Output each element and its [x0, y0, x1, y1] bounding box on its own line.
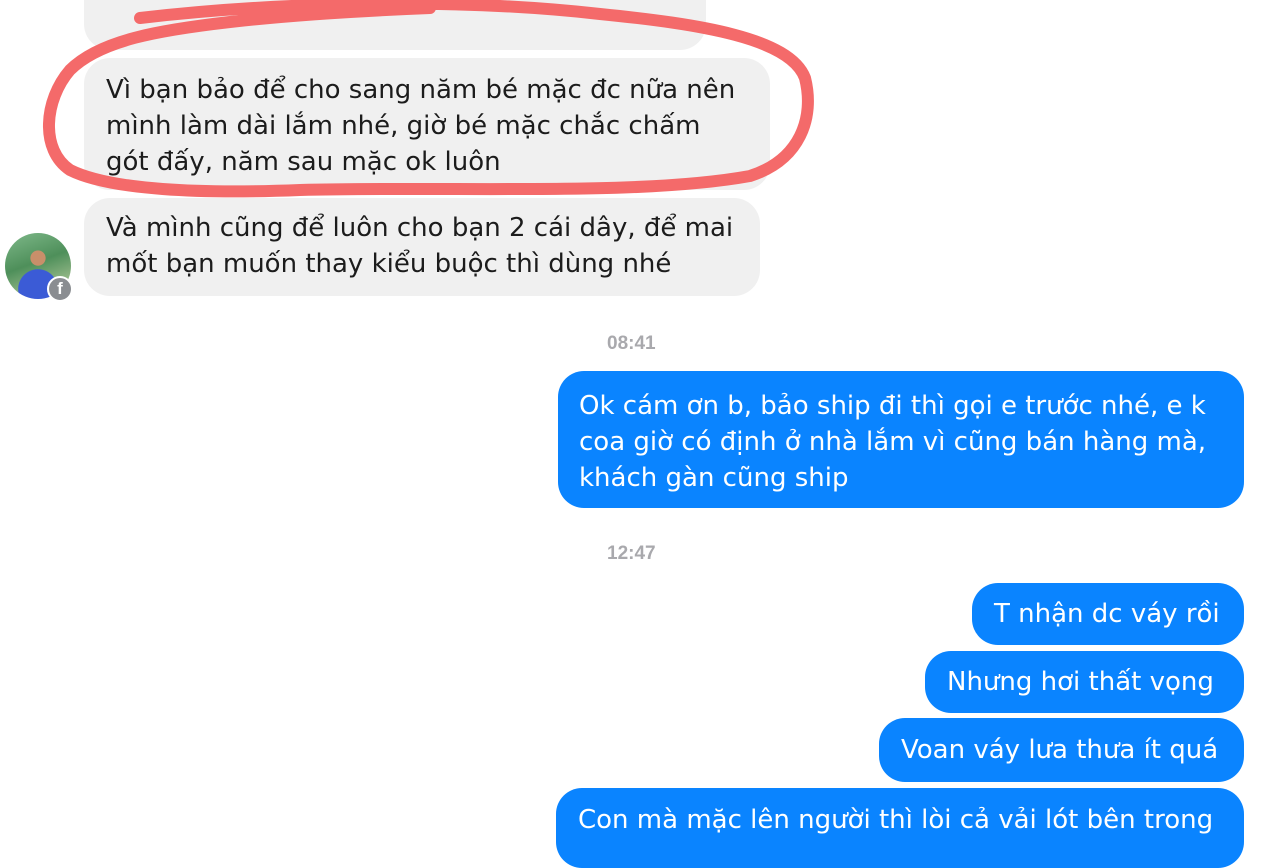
outgoing-message-partial: Con mà mặc lên người thì lòi cả vải lót …	[556, 788, 1244, 868]
outgoing-message: Nhưng hơi thất vọng	[925, 651, 1244, 713]
message-line: coa giờ có định ở nhà lắm vì cũng bán hà…	[579, 427, 1207, 457]
outgoing-message: Voan váy lưa thưa ít quá	[879, 718, 1244, 782]
facebook-icon: f	[47, 276, 73, 302]
incoming-message: Và mình cũng để luôn cho bạn 2 cái dây, …	[84, 198, 760, 296]
message-text: Voan váy lưa thưa ít quá	[901, 735, 1219, 765]
previous-message-bubble	[84, 0, 706, 50]
timestamp: 12:47	[607, 543, 656, 564]
message-text: Nhưng hơi thất vọng	[947, 667, 1214, 697]
message-line: gót đấy, năm sau mặc ok luôn	[106, 147, 501, 177]
timestamp: 08:41	[607, 333, 656, 354]
message-line: khách gàn cũng ship	[579, 463, 849, 493]
message-line: mốt bạn muốn thay kiểu buộc thì dùng nhé	[106, 249, 672, 279]
message-line: Vì bạn bảo để cho sang năm bé mặc đc nữa…	[106, 75, 736, 105]
message-line: mình làm dài lắm nhé, giờ bé mặc chắc ch…	[106, 111, 701, 141]
message-line: Và mình cũng để luôn cho bạn 2 cái dây, …	[106, 213, 734, 243]
outgoing-message: T nhận dc váy rồi	[972, 583, 1244, 645]
incoming-message-highlighted: Vì bạn bảo để cho sang năm bé mặc đc nữa…	[84, 58, 770, 190]
outgoing-message: Ok cám ơn b, bảo ship đi thì gọi e trước…	[558, 371, 1244, 508]
message-line: Ok cám ơn b, bảo ship đi thì gọi e trước…	[579, 391, 1206, 421]
message-text: Con mà mặc lên người thì lòi cả vải lót …	[578, 805, 1214, 835]
message-text: T nhận dc váy rồi	[994, 599, 1220, 629]
